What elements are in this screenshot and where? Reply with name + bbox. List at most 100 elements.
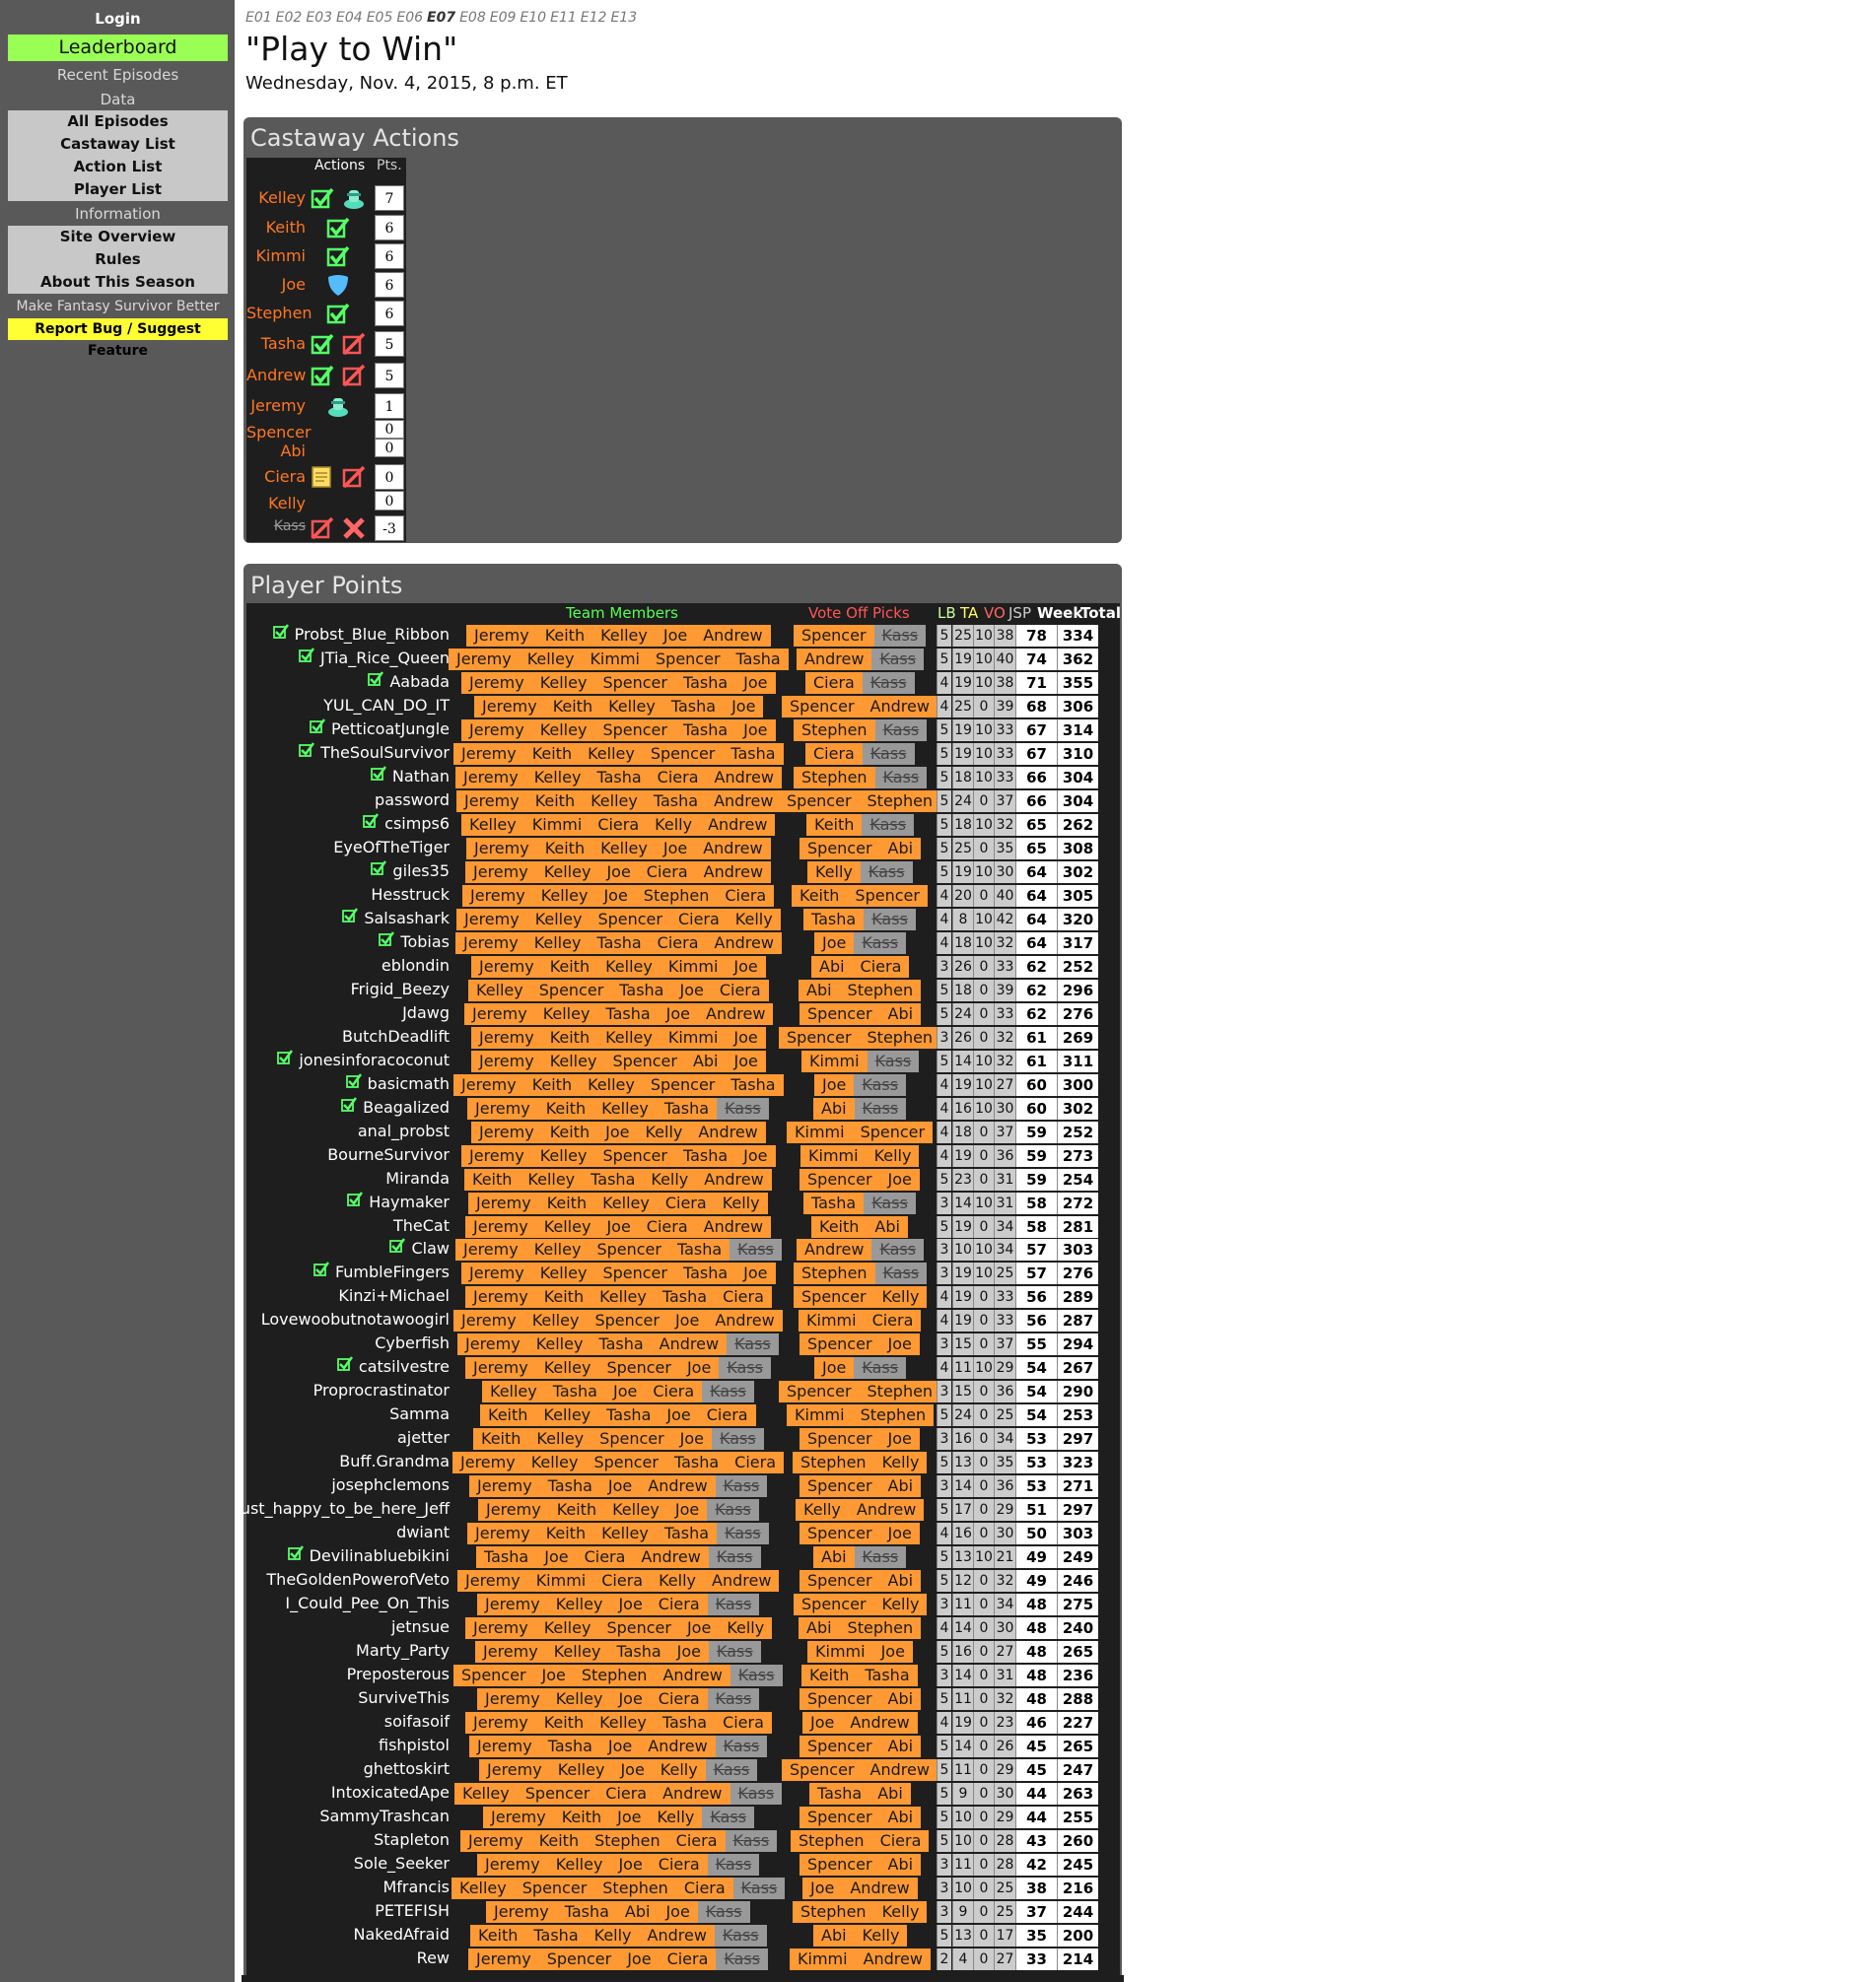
castaway-name[interactable]: Andrew (246, 366, 306, 384)
team-member-chip: Kass (707, 1594, 760, 1615)
player-name[interactable]: Aabada (389, 672, 450, 691)
player-name[interactable]: EyeOfTheTiger (333, 838, 450, 856)
player-name[interactable]: Just_happy_to_be_here_Jeff (236, 1499, 450, 1518)
player-name[interactable]: TheSoulSurvivor (320, 743, 450, 762)
player-name[interactable]: Lovewoobutnotawoogirl (261, 1310, 450, 1329)
castaway-name[interactable]: Kass (246, 518, 306, 534)
episode-link[interactable]: E04 (336, 10, 363, 26)
recent-episodes-link[interactable]: Recent Episodes (8, 66, 228, 84)
player-name[interactable]: NakedAfraid (354, 1925, 450, 1944)
player-name[interactable]: Preposterous (347, 1665, 450, 1683)
player-name[interactable]: Proprocrastinator (313, 1381, 450, 1400)
player-name[interactable]: Cyberfish (375, 1333, 450, 1352)
player-name[interactable]: Samma (389, 1404, 450, 1423)
player-name[interactable]: jetnsue (391, 1617, 450, 1636)
castaway-name[interactable]: Joe (246, 275, 306, 294)
player-name[interactable]: eblondin (382, 956, 450, 975)
castaway-name[interactable]: Abi (246, 442, 306, 460)
episode-link[interactable]: E10 (520, 10, 546, 26)
player-name[interactable]: Jdawg (402, 1003, 450, 1022)
player-name[interactable]: SurviveThis (358, 1688, 450, 1707)
castaway-name[interactable]: Ciera (246, 467, 306, 486)
castaway-list-link[interactable]: Castaway List (8, 133, 228, 156)
player-name[interactable]: Hesstruck (371, 885, 450, 904)
player-name[interactable]: Mfrancis (382, 1878, 450, 1896)
leaderboard-link[interactable]: Leaderboard (8, 34, 228, 61)
player-name[interactable]: Claw (411, 1239, 450, 1258)
castaway-name[interactable]: Jeremy (246, 396, 306, 415)
player-name[interactable]: ButchDeadlift (342, 1027, 450, 1046)
site-overview-link[interactable]: Site Overview (8, 226, 228, 248)
player-name[interactable]: Nathan (392, 767, 450, 786)
vo-cell: 0 (973, 1736, 994, 1757)
player-name[interactable]: Stapleton (374, 1830, 450, 1849)
about-season-link[interactable]: About This Season (8, 271, 228, 294)
episode-link[interactable]: E11 (550, 10, 577, 26)
player-name[interactable]: password (375, 790, 450, 809)
player-name[interactable]: Frigid_Beezy (351, 980, 450, 998)
episode-link[interactable]: E03 (306, 10, 332, 26)
player-name[interactable]: Marty_Party (356, 1641, 450, 1660)
player-name[interactable]: josephclemons (331, 1475, 450, 1494)
episode-link[interactable]: E06 (396, 10, 423, 26)
castaway-name[interactable]: Kimmi (246, 246, 306, 265)
player-name[interactable]: fishpistol (379, 1736, 450, 1754)
player-name[interactable]: SammyTrashcan (319, 1807, 450, 1825)
player-name[interactable]: TheGoldenPowerofVeto (266, 1570, 450, 1589)
lb-cell: 5 (937, 1925, 951, 1947)
player-name[interactable]: ghettoskirt (364, 1759, 450, 1778)
player-name[interactable]: YUL_CAN_DO_IT (323, 696, 450, 715)
player-list-link[interactable]: Player List (8, 178, 228, 201)
player-name[interactable]: I_Could_Pee_On_This (285, 1594, 450, 1612)
rules-link[interactable]: Rules (8, 248, 228, 271)
player-name[interactable]: IntoxicatedApe (331, 1783, 450, 1802)
episode-link[interactable]: E07 (427, 10, 455, 26)
player-name[interactable]: Beagalized (363, 1098, 450, 1117)
episode-link[interactable]: E02 (276, 10, 303, 26)
player-name[interactable]: Probst_Blue_Ribbon (295, 625, 450, 644)
episode-link[interactable]: E13 (610, 10, 637, 26)
player-name[interactable]: Miranda (385, 1169, 450, 1188)
episode-link[interactable]: E09 (490, 10, 517, 26)
player-name[interactable]: jonesinforacoconut (299, 1051, 450, 1069)
castaway-name[interactable]: Kelley (246, 188, 306, 207)
episode-link[interactable]: E01 (245, 10, 272, 26)
report-bug-link[interactable]: Report Bug / Suggest Feature (8, 318, 228, 359)
player-name[interactable]: BourneSurvivor (327, 1145, 450, 1164)
player-name[interactable]: PetticoatJungle (331, 719, 450, 738)
player-name[interactable]: catsilvestre (359, 1357, 450, 1376)
player-name[interactable]: soifasoif (384, 1712, 450, 1731)
player-name[interactable]: Buff.Grandma (339, 1452, 450, 1470)
player-name[interactable]: basicmath (368, 1074, 450, 1093)
player-name[interactable]: TheCat (393, 1216, 450, 1235)
player-name[interactable]: ajetter (397, 1428, 450, 1447)
player-name[interactable]: PETEFISH (375, 1901, 450, 1920)
player-name[interactable]: FumbleFingers (335, 1263, 450, 1281)
player-name[interactable]: Haymaker (369, 1193, 450, 1211)
player-name[interactable]: Rew (417, 1948, 450, 1967)
player-name[interactable]: JTia_Rice_Queen (320, 649, 450, 667)
player-name[interactable]: Tobias (400, 932, 450, 951)
vote-off-chip: Spencer (779, 1381, 860, 1402)
check-icon (379, 931, 395, 947)
castaway-name[interactable]: Tasha (246, 334, 306, 353)
player-name[interactable]: Salsashark (364, 909, 450, 927)
player-name[interactable]: Kinzi+Michael (338, 1286, 450, 1305)
login-link[interactable]: Login (8, 10, 228, 28)
player-name[interactable]: csimps6 (384, 814, 450, 833)
castaway-name[interactable]: Kelly (246, 494, 306, 513)
all-episodes-link[interactable]: All Episodes (8, 110, 228, 133)
player-name[interactable]: anal_probst (358, 1122, 450, 1140)
player-name[interactable]: Devilinabluebikini (310, 1546, 450, 1565)
player-name[interactable]: giles35 (392, 861, 450, 880)
player-row: SammyTrashcan Jeremy Keith Joe Kelly Kass Spen… (246, 1805, 1120, 1828)
castaway-name[interactable]: Stephen (246, 304, 313, 322)
episode-link[interactable]: E08 (459, 10, 486, 26)
castaway-name[interactable]: Spencer (246, 423, 312, 442)
episode-link[interactable]: E12 (581, 10, 607, 26)
player-name[interactable]: dwiant (396, 1523, 450, 1541)
episode-link[interactable]: E05 (367, 10, 393, 26)
action-list-link[interactable]: Action List (8, 156, 228, 178)
player-name[interactable]: Sole_Seeker (354, 1854, 450, 1873)
castaway-name[interactable]: Keith (246, 218, 306, 237)
